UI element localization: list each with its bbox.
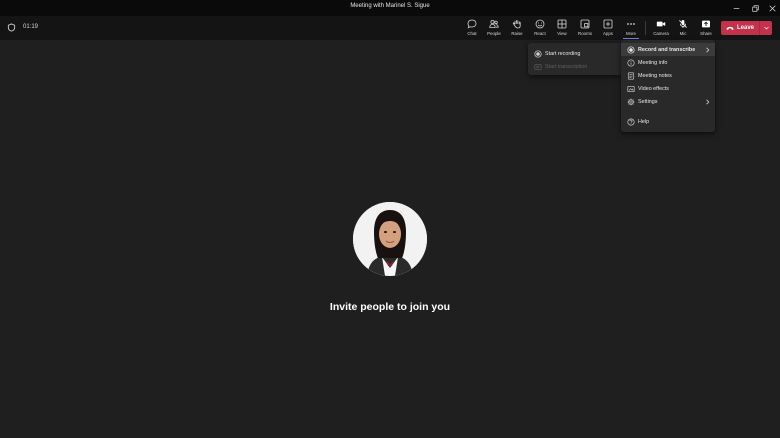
- react-label: React: [534, 31, 546, 36]
- title-bar: Meeting with Marinel S. Sigue: [0, 0, 780, 16]
- people-icon: [489, 19, 499, 28]
- mic-muted-icon: [679, 20, 687, 28]
- meeting-toolbar: 01:19 Chat People Raise React View Rooms…: [0, 16, 780, 40]
- chat-label: Chat: [467, 31, 477, 36]
- restore-icon: [751, 4, 759, 12]
- meeting-notes-label: Meeting notes: [638, 72, 672, 79]
- grid-view-icon: [557, 19, 567, 29]
- help-icon: [627, 117, 635, 126]
- raise-hand-icon: [512, 20, 521, 29]
- more-label: More: [625, 31, 636, 36]
- record-and-transcribe-item[interactable]: Record and transcribe: [621, 43, 715, 56]
- video-effects-item[interactable]: Video effects: [621, 82, 715, 95]
- more-ellipsis-icon: [627, 23, 635, 25]
- window-title: Meeting with Marinel S. Sigue: [350, 3, 430, 9]
- apps-label: Apps: [602, 31, 613, 36]
- camera-label: Camera: [653, 31, 669, 36]
- start-recording-item[interactable]: Start recording: [528, 47, 622, 60]
- share-icon: [702, 20, 710, 28]
- apps-plus-icon: [603, 19, 613, 29]
- minimize-icon: [733, 7, 739, 9]
- camera-icon: [656, 21, 666, 27]
- chat-button[interactable]: Chat: [461, 17, 483, 39]
- shield-icon: [7, 23, 16, 32]
- record-icon: [534, 49, 542, 58]
- start-transcription-label: Start transcription: [545, 63, 588, 70]
- people-label: People: [487, 31, 501, 36]
- meeting-info-label: Meeting info: [638, 59, 668, 66]
- meeting-info-item[interactable]: Meeting info: [621, 56, 715, 69]
- close-icon: [768, 4, 776, 12]
- chevron-right-icon: [706, 99, 710, 104]
- people-button[interactable]: People: [483, 17, 505, 39]
- leave-button[interactable]: Leave: [721, 21, 772, 35]
- mic-button[interactable]: Mic: [672, 17, 694, 39]
- view-label: View: [557, 31, 567, 36]
- leave-label: Leave: [736, 25, 754, 31]
- rooms-label: Rooms: [578, 31, 592, 36]
- toolbar-divider: [645, 21, 646, 35]
- settings-label: Settings: [638, 98, 658, 105]
- meeting-notes-item[interactable]: Meeting notes: [621, 69, 715, 82]
- record-and-transcribe-label: Record and transcribe: [638, 46, 696, 53]
- hang-up-icon: [726, 26, 734, 30]
- minimize-button[interactable]: [727, 0, 745, 16]
- invite-message: Invite people to join you: [329, 301, 451, 313]
- leave-options-button[interactable]: [759, 21, 772, 35]
- view-button[interactable]: View: [551, 17, 573, 39]
- start-transcription-item: Start transcription: [528, 60, 622, 73]
- start-recording-label: Start recording: [545, 50, 581, 57]
- record-submenu: Start recording Start transcription: [528, 43, 622, 75]
- record-icon: [627, 45, 635, 54]
- avatar-photo: [353, 202, 427, 276]
- more-menu: Record and transcribe Meeting info Meeti…: [621, 40, 715, 132]
- meeting-timer: 01:19: [23, 24, 39, 30]
- share-label: Share: [700, 31, 712, 36]
- chevron-right-icon: [706, 47, 710, 52]
- help-item[interactable]: Help: [621, 115, 715, 128]
- share-button[interactable]: Share: [695, 17, 717, 39]
- restore-button[interactable]: [746, 0, 764, 16]
- camera-button[interactable]: Camera: [650, 17, 672, 39]
- settings-item[interactable]: Settings: [621, 95, 715, 108]
- participant-avatar: [353, 202, 427, 276]
- raise-label: Raise: [511, 31, 523, 36]
- help-label: Help: [638, 118, 650, 125]
- video-effects-icon: [627, 85, 635, 92]
- more-button[interactable]: More: [620, 17, 642, 39]
- leave-main-button[interactable]: Leave: [721, 21, 759, 35]
- react-button[interactable]: React: [529, 17, 551, 39]
- video-effects-label: Video effects: [638, 85, 669, 92]
- apps-button[interactable]: Apps: [597, 17, 619, 39]
- raise-hand-button[interactable]: Raise: [506, 17, 528, 39]
- chat-icon: [467, 19, 477, 29]
- rooms-button[interactable]: Rooms: [574, 17, 596, 39]
- gear-icon: [627, 98, 635, 105]
- smiley-icon: [535, 19, 545, 29]
- info-icon: [627, 58, 635, 67]
- notes-icon: [627, 71, 635, 80]
- close-button[interactable]: [763, 0, 780, 16]
- chevron-down-icon: [763, 26, 769, 30]
- mic-label: Mic: [679, 31, 687, 36]
- transcript-icon: [534, 63, 542, 70]
- rooms-icon: [580, 19, 590, 29]
